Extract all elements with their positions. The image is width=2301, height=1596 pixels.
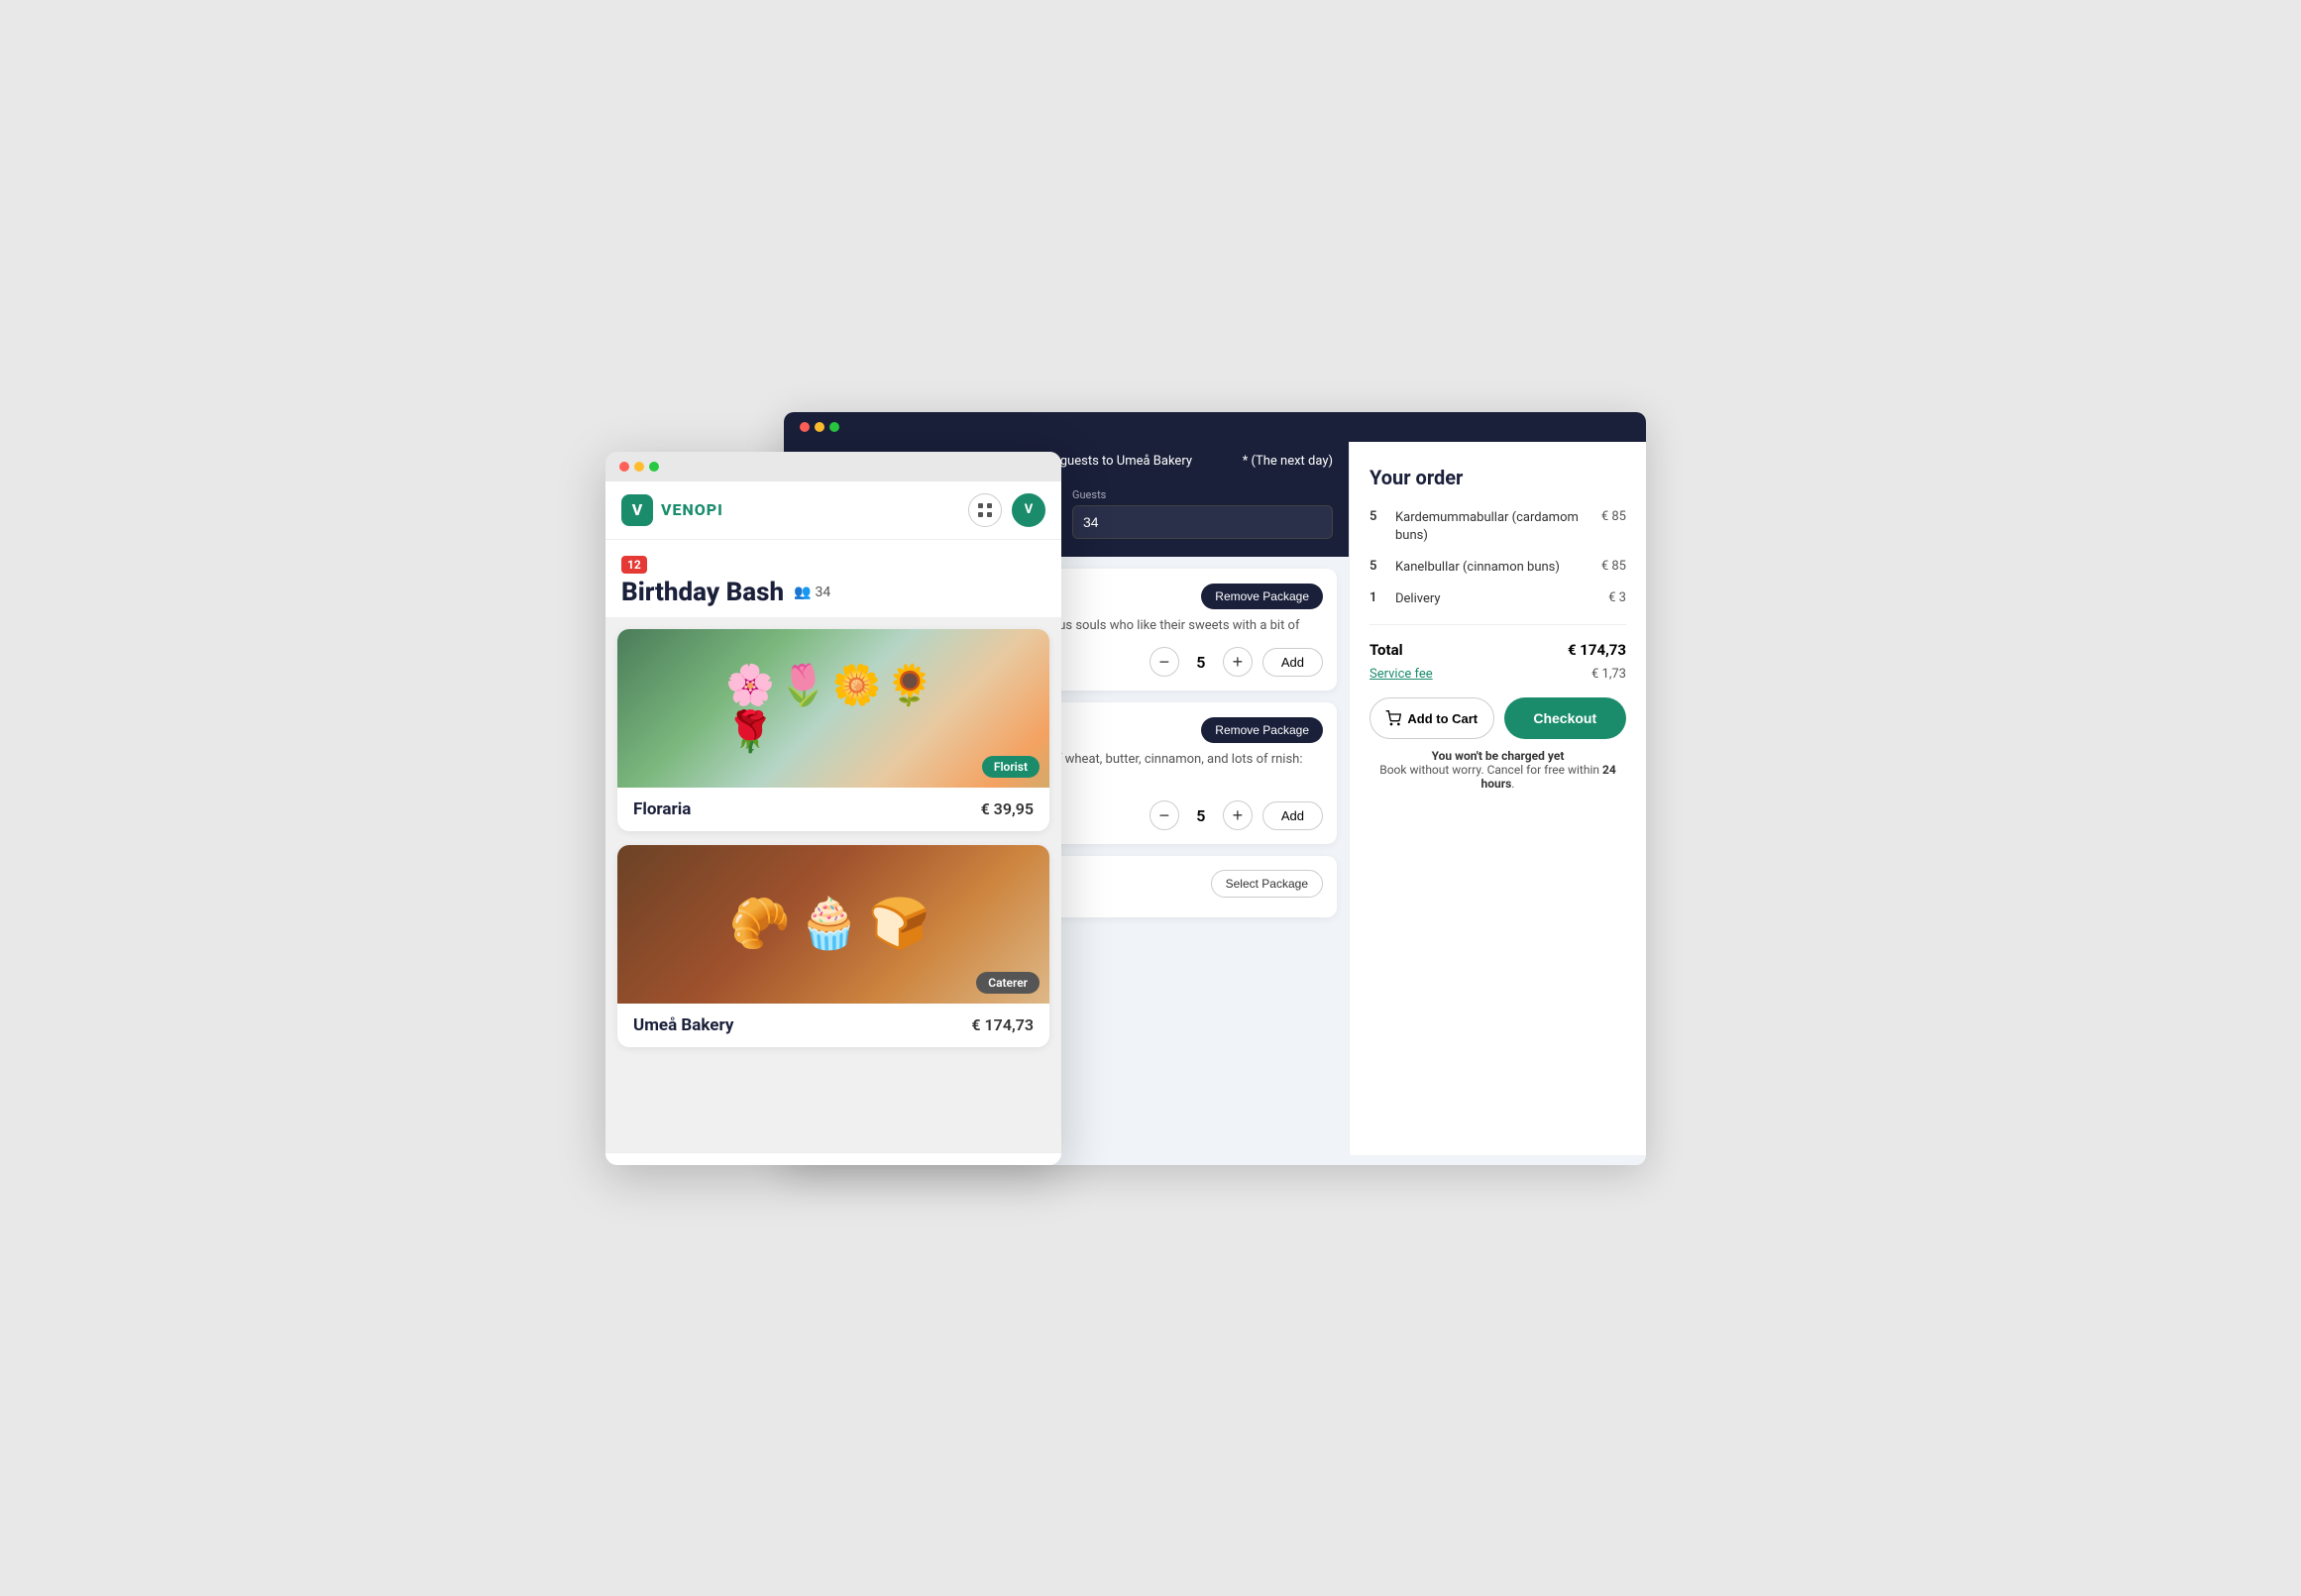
pkg2-add-button[interactable]: Add (1262, 801, 1323, 830)
total-value: € 174,73 (1568, 641, 1626, 659)
pkg1-increase-button[interactable]: + (1223, 647, 1253, 677)
caterer-tag: Caterer (976, 972, 1040, 994)
order-panel: Your order 5 Kardemummabullar (cardamom … (1349, 442, 1646, 1155)
order-item-1-qty: 5 (1370, 509, 1385, 524)
order-item-3-name: Delivery (1395, 590, 1598, 608)
order-actions: Add to Cart Checkout (1370, 697, 1626, 739)
order-item-3-qty: 1 (1370, 590, 1385, 605)
checkout-button[interactable]: Checkout (1504, 697, 1627, 739)
avatar-button[interactable]: V (1012, 493, 1045, 527)
logo-text: VENOPI (661, 500, 723, 519)
bakery-image: Caterer (617, 845, 1049, 1004)
event-day: 12 (621, 556, 647, 574)
pkg2-decrease-button[interactable]: − (1150, 800, 1179, 830)
total-label: Total (1370, 641, 1403, 659)
guest-icon: 👥 (794, 585, 811, 600)
floraria-name: Floraria (633, 799, 691, 819)
order-divider (1370, 624, 1626, 625)
order-item-1: 5 Kardemummabullar (cardamom buns) € 85 (1370, 509, 1626, 545)
header-icons: V (968, 493, 1045, 527)
guests-field: Guests (1072, 488, 1333, 541)
vendor-card-bakery[interactable]: Caterer Umeå Bakery € 174,73 (617, 845, 1049, 1047)
guest-count: 34 (816, 585, 831, 600)
order-item-1-price: € 85 (1601, 509, 1626, 524)
order-item-2-qty: 5 (1370, 559, 1385, 574)
event-info: 12 Birthday Bash 👥 34 (605, 540, 1061, 617)
booking-note: * (The next day) (1243, 454, 1333, 469)
back-window-chrome (784, 412, 1646, 442)
guest-badge: 👥 34 (794, 585, 830, 600)
order-total-row: Total € 174,73 (1370, 641, 1626, 659)
add-to-cart-label: Add to Cart (1407, 711, 1478, 726)
service-fee-value: € 1,73 (1591, 667, 1626, 682)
event-date-badge: 12 (621, 556, 647, 574)
event-title: Birthday Bash 👥 34 (621, 578, 1045, 607)
vendor-card-floraria[interactable]: Florist Floraria € 39,95 (617, 629, 1049, 831)
add-to-cart-button[interactable]: Add to Cart (1370, 697, 1494, 739)
service-fee-row: Service fee € 1,73 (1370, 667, 1626, 682)
order-item-2-price: € 85 (1601, 559, 1626, 574)
no-charge-strong: You won't be charged yet (1432, 749, 1565, 763)
pkg1-qty-display: 5 (1189, 653, 1213, 672)
pkg1-add-button[interactable]: Add (1262, 648, 1323, 677)
front-chrome (605, 452, 1061, 481)
floraria-price: € 39,95 (981, 799, 1034, 818)
order-title: Your order (1370, 466, 1626, 489)
floraria-image: Florist (617, 629, 1049, 788)
logo-icon: V (621, 494, 653, 526)
bakery-info: Umeå Bakery € 174,73 (617, 1004, 1049, 1047)
vendor-cards: Florist Floraria € 39,95 Caterer Umeå Ba… (605, 617, 1061, 1152)
cancel-note: Book without worry. Cancel for free with… (1379, 763, 1616, 791)
cancel-highlight: 24 hours (1481, 763, 1616, 791)
bakery-name: Umeå Bakery (633, 1015, 733, 1035)
order-item-3: 1 Delivery € 3 (1370, 590, 1626, 608)
pkg1-decrease-button[interactable]: − (1150, 647, 1179, 677)
order-item-1-name: Kardemummabullar (cardamom buns) (1395, 509, 1591, 545)
remove-package-button-2[interactable]: Remove Package (1201, 717, 1323, 743)
grid-icon-button[interactable] (968, 493, 1002, 527)
cart-icon (1385, 710, 1401, 726)
no-charge-note: You won't be charged yet Book without wo… (1370, 749, 1626, 791)
remove-package-button-1[interactable]: Remove Package (1201, 584, 1323, 609)
maximize-dot[interactable] (829, 422, 839, 432)
order-item-3-price: € 3 (1608, 590, 1626, 605)
chrome-dots (800, 422, 839, 432)
florist-tag: Florist (982, 756, 1040, 778)
front-close-dot[interactable] (619, 462, 629, 472)
front-dots (619, 462, 659, 472)
event-name: Birthday Bash (621, 578, 784, 607)
grid-icon (977, 502, 993, 518)
pkg2-increase-button[interactable]: + (1223, 800, 1253, 830)
select-package-button-3[interactable]: Select Package (1211, 870, 1323, 898)
logo-area: V VENOPI (621, 494, 723, 526)
front-minimize-dot[interactable] (634, 462, 644, 472)
order-item-2: 5 Kanelbullar (cinnamon buns) € 85 (1370, 559, 1626, 577)
pkg2-qty-display: 5 (1189, 806, 1213, 825)
service-fee-link[interactable]: Service fee (1370, 667, 1433, 682)
front-window: V VENOPI V 12 Birthday Bash 👥 (605, 452, 1061, 1165)
guests-input[interactable] (1072, 505, 1333, 539)
guests-label: Guests (1072, 488, 1333, 501)
minimize-dot[interactable] (815, 422, 824, 432)
order-item-2-name: Kanelbullar (cinnamon buns) (1395, 559, 1591, 577)
close-dot[interactable] (800, 422, 810, 432)
summary-footer: Tax € 19,32 Service fee € 6,44 Total € 2… (605, 1152, 1061, 1165)
floraria-info: Floraria € 39,95 (617, 788, 1049, 831)
scene: Share the details of your event date, ti… (605, 412, 1696, 1185)
app-header: V VENOPI V (605, 481, 1061, 540)
front-maximize-dot[interactable] (649, 462, 659, 472)
bakery-price: € 174,73 (971, 1015, 1034, 1034)
